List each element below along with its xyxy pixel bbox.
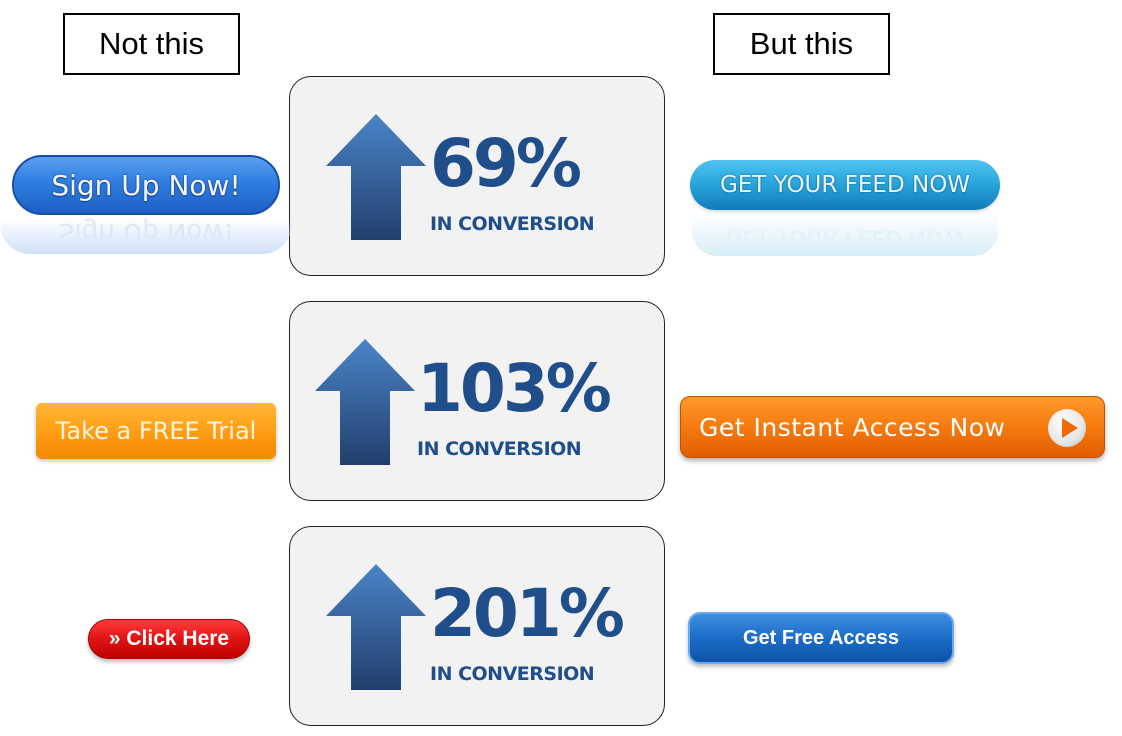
stat-card-69: 69% IN CONVERSION [289, 76, 665, 276]
take-free-trial-button[interactable]: Take a FREE Trial [36, 403, 276, 459]
up-arrow-icon [326, 564, 426, 690]
get-your-feed-now-button[interactable]: GET YOUR FEED NOW [690, 160, 1000, 210]
click-here-button[interactable]: » Click Here [88, 619, 250, 659]
play-icon [1048, 409, 1086, 447]
stat-caption: IN CONVERSION [417, 438, 582, 460]
stat-value: 103% [417, 350, 612, 427]
stat-caption: IN CONVERSION [430, 213, 595, 235]
get-instant-access-now-button[interactable]: Get Instant Access Now [680, 396, 1105, 458]
not-this-label: Not this [63, 13, 240, 75]
sign-up-now-button[interactable]: Sign Up Now! [12, 155, 280, 215]
up-arrow-icon [326, 114, 426, 240]
up-arrow-icon [315, 339, 415, 465]
stat-card-201: 201% IN CONVERSION [289, 526, 665, 726]
stat-card-103: 103% IN CONVERSION [289, 301, 665, 501]
sign-up-reflection: Sign Up Now! [0, 218, 292, 254]
but-this-label: But this [713, 13, 890, 75]
stat-value: 69% [430, 125, 582, 202]
stat-value: 201% [430, 575, 625, 652]
get-free-access-button[interactable]: Get Free Access [688, 612, 954, 664]
stat-caption: IN CONVERSION [430, 663, 595, 685]
button-label: Get Instant Access Now [699, 412, 1006, 442]
get-feed-reflection: GET YOUR FEED NOW [692, 214, 998, 256]
